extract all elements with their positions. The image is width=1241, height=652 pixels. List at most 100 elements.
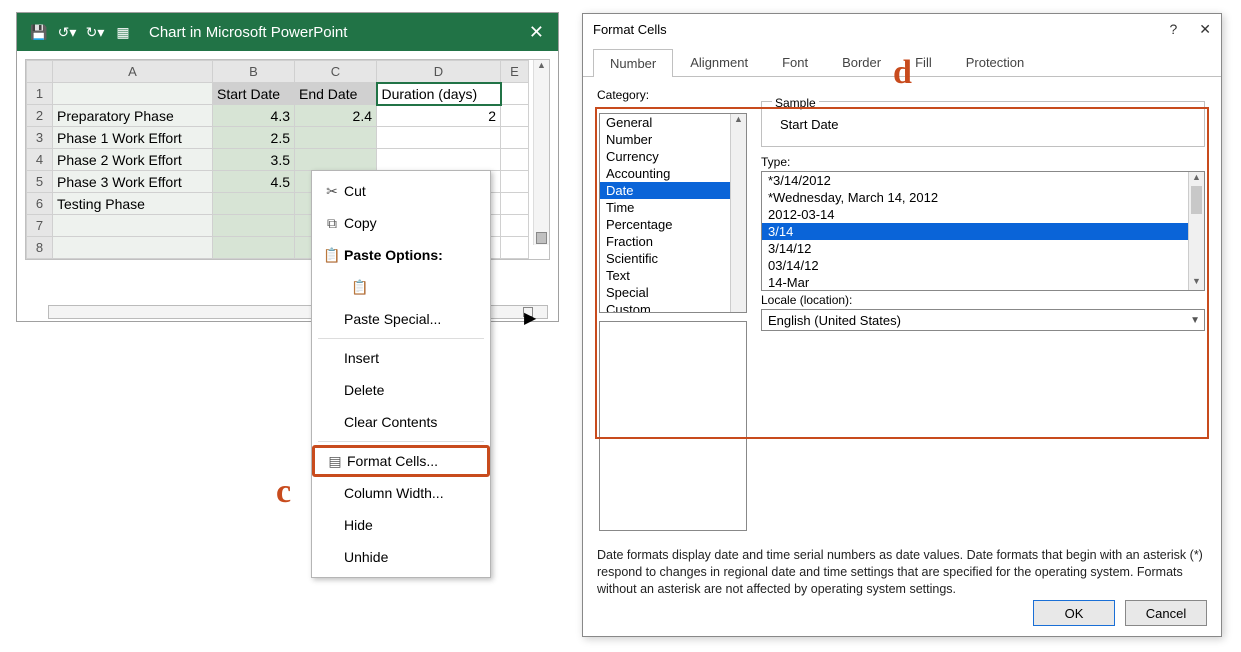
list-item[interactable]: General — [600, 114, 746, 131]
close-icon[interactable]: ✕ — [1199, 21, 1211, 38]
cell[interactable] — [501, 83, 529, 105]
menu-cut[interactable]: ✂Cut — [312, 175, 490, 207]
list-item[interactable]: 03/14/12 — [762, 257, 1204, 274]
list-item[interactable]: *Wednesday, March 14, 2012 — [762, 189, 1204, 206]
cell[interactable] — [213, 237, 295, 259]
cell[interactable] — [213, 193, 295, 215]
tab-number[interactable]: Number — [593, 49, 673, 77]
list-item[interactable]: Accounting — [600, 165, 746, 182]
cell[interactable] — [53, 83, 213, 105]
menu-paste-special[interactable]: Paste Special... — [312, 303, 490, 335]
cell[interactable] — [501, 237, 529, 259]
help-icon[interactable]: ? — [1169, 21, 1177, 37]
row-header[interactable]: 8 — [27, 237, 53, 259]
list-item[interactable]: Scientific — [600, 250, 746, 267]
vertical-scrollbar[interactable]: ▲ — [533, 60, 549, 245]
cut-icon: ✂ — [320, 183, 344, 200]
cell[interactable]: 4.3 — [213, 105, 295, 127]
menu-insert[interactable]: Insert — [312, 342, 490, 374]
save-icon[interactable]: 💾 — [29, 24, 49, 41]
menu-label: Cut — [344, 183, 366, 199]
cell[interactable]: End Date — [295, 83, 377, 105]
undo-icon[interactable]: ↺▾ — [57, 24, 77, 41]
cell[interactable]: Phase 3 Work Effort — [53, 171, 213, 193]
cell[interactable]: Testing Phase — [53, 193, 213, 215]
row-header[interactable]: 4 — [27, 149, 53, 171]
cell[interactable]: Phase 1 Work Effort — [53, 127, 213, 149]
row-header[interactable]: 6 — [27, 193, 53, 215]
menu-unhide[interactable]: Unhide — [312, 541, 490, 573]
list-item[interactable]: Text — [600, 267, 746, 284]
cell[interactable]: 2.5 — [213, 127, 295, 149]
menu-copy[interactable]: ⧉Copy — [312, 207, 490, 239]
cell[interactable]: 4.5 — [213, 171, 295, 193]
cell[interactable] — [377, 149, 501, 171]
list-item[interactable]: 2012-03-14 — [762, 206, 1204, 223]
cell[interactable]: Duration (days) — [377, 83, 501, 105]
column-header[interactable]: E — [501, 61, 529, 83]
column-header[interactable]: D — [377, 61, 501, 83]
cell[interactable] — [213, 215, 295, 237]
list-item[interactable]: Time — [600, 199, 746, 216]
cell[interactable]: Preparatory Phase — [53, 105, 213, 127]
cell[interactable]: 2 — [377, 105, 501, 127]
redo-icon[interactable]: ↻▾ — [85, 24, 105, 41]
row-header[interactable]: 3 — [27, 127, 53, 149]
cell[interactable] — [377, 127, 501, 149]
list-item[interactable]: Special — [600, 284, 746, 301]
row-header[interactable]: 2 — [27, 105, 53, 127]
scrollbar[interactable]: ▲ — [730, 114, 746, 312]
close-icon[interactable]: ✕ — [523, 22, 550, 43]
row-header[interactable]: 1 — [27, 83, 53, 105]
menu-label: Hide — [344, 517, 373, 533]
cell[interactable] — [501, 193, 529, 215]
cell[interactable] — [501, 127, 529, 149]
tab-protection[interactable]: Protection — [949, 48, 1042, 76]
select-all-corner[interactable] — [27, 61, 53, 83]
menu-paste[interactable]: 📋 — [312, 271, 490, 303]
menu-format-cells[interactable]: ▤Format Cells... — [312, 445, 490, 477]
column-header[interactable]: C — [295, 61, 377, 83]
tab-alignment[interactable]: Alignment — [673, 48, 765, 76]
list-item[interactable]: 14-Mar — [762, 274, 1204, 291]
cell[interactable] — [295, 127, 377, 149]
list-item[interactable]: Percentage — [600, 216, 746, 233]
list-item[interactable]: Fraction — [600, 233, 746, 250]
cell[interactable]: Phase 2 Work Effort — [53, 149, 213, 171]
menu-clear-contents[interactable]: Clear Contents — [312, 406, 490, 438]
cell[interactable] — [53, 237, 213, 259]
column-header[interactable]: B — [213, 61, 295, 83]
cell[interactable] — [295, 149, 377, 171]
cell[interactable] — [53, 215, 213, 237]
column-header[interactable]: A — [53, 61, 213, 83]
list-item[interactable]: 3/14/12 — [762, 240, 1204, 257]
locale-select[interactable]: English (United States) ▼ — [761, 309, 1205, 331]
list-item[interactable]: Currency — [600, 148, 746, 165]
tab-font[interactable]: Font — [765, 48, 825, 76]
callout-c: c — [276, 473, 291, 511]
cell[interactable]: Start Date — [213, 83, 295, 105]
row-header[interactable]: 5 — [27, 171, 53, 193]
menu-hide[interactable]: Hide — [312, 509, 490, 541]
list-item[interactable]: 3/14 — [762, 223, 1204, 240]
scrollbar[interactable]: ▲▼ — [1188, 172, 1204, 290]
cell[interactable]: 2.4 — [295, 105, 377, 127]
tab-border[interactable]: Border — [825, 48, 898, 76]
cell[interactable] — [501, 105, 529, 127]
table-icon[interactable]: ▦ — [113, 24, 133, 41]
list-item[interactable]: Number — [600, 131, 746, 148]
cell[interactable] — [501, 171, 529, 193]
menu-delete[interactable]: Delete — [312, 374, 490, 406]
menu-column-width[interactable]: Column Width... — [312, 477, 490, 509]
cell[interactable]: 3.5 — [213, 149, 295, 171]
row-header[interactable]: 7 — [27, 215, 53, 237]
ok-button[interactable]: OK — [1033, 600, 1115, 626]
list-item[interactable]: Date — [600, 182, 746, 199]
list-item[interactable]: *3/14/2012 — [762, 172, 1204, 189]
type-list[interactable]: *3/14/2012 *Wednesday, March 14, 2012 20… — [761, 171, 1205, 291]
cell[interactable] — [501, 149, 529, 171]
cell[interactable] — [501, 215, 529, 237]
cancel-button[interactable]: Cancel — [1125, 600, 1207, 626]
category-list[interactable]: General Number Currency Accounting Date … — [599, 113, 747, 313]
list-item[interactable]: Custom — [600, 301, 746, 313]
